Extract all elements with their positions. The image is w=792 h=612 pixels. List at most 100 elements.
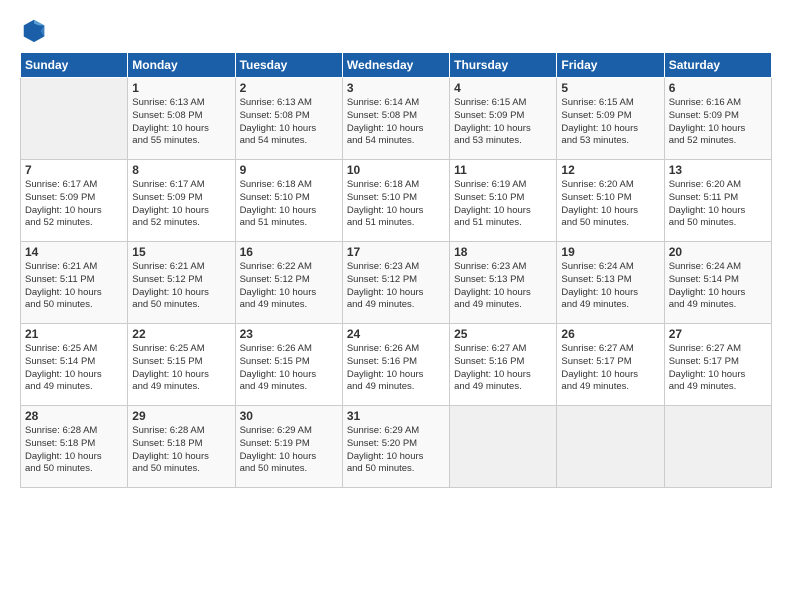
day-number: 6	[669, 81, 767, 95]
day-info: Sunrise: 6:19 AM Sunset: 5:10 PM Dayligh…	[454, 179, 552, 230]
week-row-5: 28Sunrise: 6:28 AM Sunset: 5:18 PM Dayli…	[21, 406, 772, 488]
day-cell: 20 Sunrise: 6:24 AM Sunset: 5:14 PM Dayli…	[664, 242, 771, 324]
day-number: 2	[240, 81, 338, 95]
day-info: Sunrise: 6:14 AM Sunset: 5:08 PM Dayligh…	[347, 97, 445, 148]
day-cell: 27 Sunrise: 6:27 AM Sunset: 5:17 PM Dayli…	[664, 324, 771, 406]
day-number: 21	[25, 327, 123, 341]
day-cell: 28Sunrise: 6:28 AM Sunset: 5:18 PM Dayli…	[21, 406, 128, 488]
day-cell: 16Sunrise: 6:22 AM Sunset: 5:12 PM Dayli…	[235, 242, 342, 324]
day-cell	[557, 406, 664, 488]
week-row-4: 21 Sunrise: 6:25 AM Sunset: 5:14 PM Dayli…	[21, 324, 772, 406]
day-info: Sunrise: 6:18 AM Sunset: 5:10 PM Dayligh…	[347, 179, 445, 230]
day-info: Sunrise: 6:23 AM Sunset: 5:13 PM Dayligh…	[454, 261, 552, 312]
day-info: Sunrise: 6:15 AM Sunset: 5:09 PM Dayligh…	[561, 97, 659, 148]
day-number: 10	[347, 163, 445, 177]
day-number: 5	[561, 81, 659, 95]
day-info: Sunrise: 6:17 AM Sunset: 5:09 PM Dayligh…	[132, 179, 230, 230]
day-number: 20	[669, 245, 767, 259]
day-info: Sunrise: 6:24 AM Sunset: 5:14 PM Dayligh…	[669, 261, 767, 312]
day-header-tuesday: Tuesday	[235, 53, 342, 78]
day-info: Sunrise: 6:18 AM Sunset: 5:10 PM Dayligh…	[240, 179, 338, 230]
day-info: Sunrise: 6:20 AM Sunset: 5:11 PM Dayligh…	[669, 179, 767, 230]
day-info: Sunrise: 6:15 AM Sunset: 5:09 PM Dayligh…	[454, 97, 552, 148]
header	[20, 16, 772, 44]
day-number: 17	[347, 245, 445, 259]
day-info: Sunrise: 6:17 AM Sunset: 5:09 PM Dayligh…	[25, 179, 123, 230]
day-cell: 6 Sunrise: 6:16 AM Sunset: 5:09 PM Daylig…	[664, 78, 771, 160]
day-cell: 18 Sunrise: 6:23 AM Sunset: 5:13 PM Dayli…	[450, 242, 557, 324]
day-cell: 26Sunrise: 6:27 AM Sunset: 5:17 PM Dayli…	[557, 324, 664, 406]
day-cell: 14 Sunrise: 6:21 AM Sunset: 5:11 PM Dayli…	[21, 242, 128, 324]
day-info: Sunrise: 6:16 AM Sunset: 5:09 PM Dayligh…	[669, 97, 767, 148]
day-header-saturday: Saturday	[664, 53, 771, 78]
day-number: 1	[132, 81, 230, 95]
day-info: Sunrise: 6:27 AM Sunset: 5:16 PM Dayligh…	[454, 343, 552, 394]
day-number: 22	[132, 327, 230, 341]
day-cell: 7 Sunrise: 6:17 AM Sunset: 5:09 PM Daylig…	[21, 160, 128, 242]
day-info: Sunrise: 6:22 AM Sunset: 5:12 PM Dayligh…	[240, 261, 338, 312]
day-info: Sunrise: 6:25 AM Sunset: 5:14 PM Dayligh…	[25, 343, 123, 394]
week-row-2: 7 Sunrise: 6:17 AM Sunset: 5:09 PM Daylig…	[21, 160, 772, 242]
day-cell: 30Sunrise: 6:29 AM Sunset: 5:19 PM Dayli…	[235, 406, 342, 488]
day-cell: 23 Sunrise: 6:26 AM Sunset: 5:15 PM Dayli…	[235, 324, 342, 406]
day-number: 14	[25, 245, 123, 259]
header-row: SundayMondayTuesdayWednesdayThursdayFrid…	[21, 53, 772, 78]
day-info: Sunrise: 6:25 AM Sunset: 5:15 PM Dayligh…	[132, 343, 230, 394]
day-number: 4	[454, 81, 552, 95]
day-cell: 31 Sunrise: 6:29 AM Sunset: 5:20 PM Dayli…	[342, 406, 449, 488]
day-number: 8	[132, 163, 230, 177]
day-number: 27	[669, 327, 767, 341]
day-info: Sunrise: 6:27 AM Sunset: 5:17 PM Dayligh…	[669, 343, 767, 394]
day-info: Sunrise: 6:28 AM Sunset: 5:18 PM Dayligh…	[25, 425, 123, 476]
day-number: 23	[240, 327, 338, 341]
day-cell: 9 Sunrise: 6:18 AM Sunset: 5:10 PM Daylig…	[235, 160, 342, 242]
day-cell: 1 Sunrise: 6:13 AM Sunset: 5:08 PM Daylig…	[128, 78, 235, 160]
day-cell: 17Sunrise: 6:23 AM Sunset: 5:12 PM Dayli…	[342, 242, 449, 324]
day-info: Sunrise: 6:21 AM Sunset: 5:11 PM Dayligh…	[25, 261, 123, 312]
day-header-monday: Monday	[128, 53, 235, 78]
day-header-sunday: Sunday	[21, 53, 128, 78]
day-cell: 25 Sunrise: 6:27 AM Sunset: 5:16 PM Dayli…	[450, 324, 557, 406]
day-number: 11	[454, 163, 552, 177]
day-number: 13	[669, 163, 767, 177]
day-cell	[21, 78, 128, 160]
day-info: Sunrise: 6:29 AM Sunset: 5:20 PM Dayligh…	[347, 425, 445, 476]
day-cell: 15 Sunrise: 6:21 AM Sunset: 5:12 PM Dayli…	[128, 242, 235, 324]
day-cell: 24Sunrise: 6:26 AM Sunset: 5:16 PM Dayli…	[342, 324, 449, 406]
day-info: Sunrise: 6:13 AM Sunset: 5:08 PM Dayligh…	[132, 97, 230, 148]
day-number: 9	[240, 163, 338, 177]
day-header-thursday: Thursday	[450, 53, 557, 78]
day-number: 12	[561, 163, 659, 177]
week-row-3: 14 Sunrise: 6:21 AM Sunset: 5:11 PM Dayli…	[21, 242, 772, 324]
day-info: Sunrise: 6:13 AM Sunset: 5:08 PM Dayligh…	[240, 97, 338, 148]
page: SundayMondayTuesdayWednesdayThursdayFrid…	[0, 0, 792, 612]
week-row-1: 1 Sunrise: 6:13 AM Sunset: 5:08 PM Daylig…	[21, 78, 772, 160]
day-cell: 2 Sunrise: 6:13 AM Sunset: 5:08 PM Daylig…	[235, 78, 342, 160]
logo-icon	[20, 16, 48, 44]
day-number: 30	[240, 409, 338, 423]
day-cell	[450, 406, 557, 488]
day-number: 31	[347, 409, 445, 423]
day-cell: 22 Sunrise: 6:25 AM Sunset: 5:15 PM Dayli…	[128, 324, 235, 406]
logo	[20, 16, 52, 44]
day-cell: 3 Sunrise: 6:14 AM Sunset: 5:08 PM Daylig…	[342, 78, 449, 160]
day-number: 7	[25, 163, 123, 177]
day-cell: 21 Sunrise: 6:25 AM Sunset: 5:14 PM Dayli…	[21, 324, 128, 406]
day-info: Sunrise: 6:21 AM Sunset: 5:12 PM Dayligh…	[132, 261, 230, 312]
day-cell: 8 Sunrise: 6:17 AM Sunset: 5:09 PM Daylig…	[128, 160, 235, 242]
day-number: 15	[132, 245, 230, 259]
day-info: Sunrise: 6:24 AM Sunset: 5:13 PM Dayligh…	[561, 261, 659, 312]
day-info: Sunrise: 6:26 AM Sunset: 5:15 PM Dayligh…	[240, 343, 338, 394]
day-cell: 13 Sunrise: 6:20 AM Sunset: 5:11 PM Dayli…	[664, 160, 771, 242]
day-cell	[664, 406, 771, 488]
day-cell: 12 Sunrise: 6:20 AM Sunset: 5:10 PM Dayli…	[557, 160, 664, 242]
day-number: 29	[132, 409, 230, 423]
day-number: 19	[561, 245, 659, 259]
calendar-table: SundayMondayTuesdayWednesdayThursdayFrid…	[20, 52, 772, 488]
day-number: 24	[347, 327, 445, 341]
day-number: 25	[454, 327, 552, 341]
day-info: Sunrise: 6:20 AM Sunset: 5:10 PM Dayligh…	[561, 179, 659, 230]
day-cell: 10 Sunrise: 6:18 AM Sunset: 5:10 PM Dayli…	[342, 160, 449, 242]
day-number: 18	[454, 245, 552, 259]
day-number: 3	[347, 81, 445, 95]
